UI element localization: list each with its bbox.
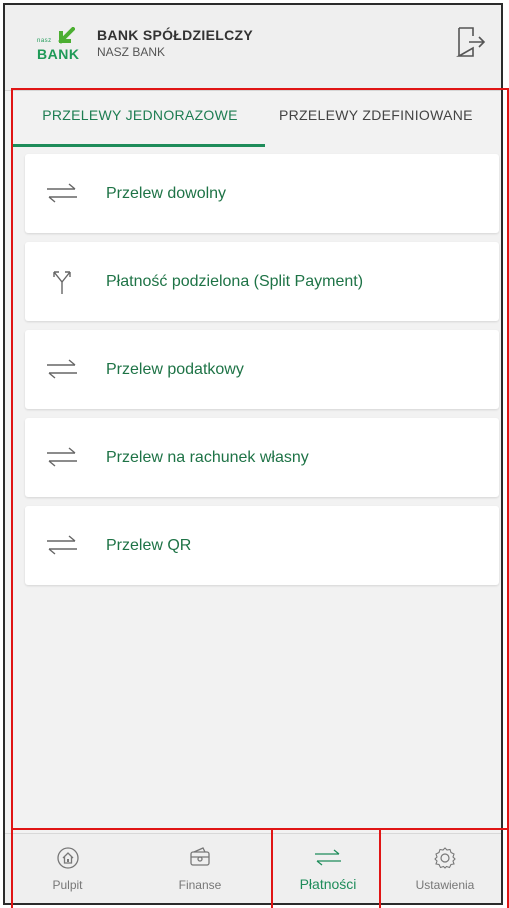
logout-button[interactable] (455, 25, 487, 59)
tab-defined-transfers[interactable]: PRZELEWY ZDEFINIOWANE (279, 93, 473, 149)
home-icon (56, 847, 79, 869)
transfer-item-arbitrary[interactable]: Przelew dowolny (25, 154, 499, 233)
active-tab-indicator (13, 144, 265, 147)
transfer-item-split-payment[interactable]: Płatność podzielona (Split Payment) (25, 242, 499, 321)
split-payment-icon (53, 271, 71, 294)
transfer-arrows-icon (47, 535, 77, 555)
tab-one-time-transfers[interactable]: PRZELEWY JEDNORAZOWE (13, 93, 267, 149)
transfer-arrows-icon (47, 359, 77, 379)
transfer-item-tax[interactable]: Przelew podatkowy (25, 330, 499, 409)
bank-subtitle: NASZ BANK (97, 45, 166, 59)
logout-icon (455, 27, 486, 57)
bank-logo: nasz BANK (37, 27, 83, 63)
transfer-item-label: Przelew dowolny (106, 185, 227, 202)
transfer-tabs: PRZELEWY JEDNORAZOWE PRZELEWY ZDEFINIOWA… (5, 93, 501, 149)
nav-label: Płatności (299, 876, 357, 892)
transfer-list: Przelew dowolny Płatność podzielona (Spl… (25, 154, 499, 594)
nav-ustawienia[interactable]: Ustawienia (385, 834, 501, 903)
nav-pulpit[interactable]: Pulpit (5, 834, 130, 903)
logo-small-text: nasz (37, 38, 52, 44)
transfer-item-label: Przelew QR (106, 537, 192, 554)
transfer-item-label: Płatność podzielona (Split Payment) (106, 273, 364, 290)
transfer-item-label: Przelew podatkowy (106, 361, 244, 378)
transfer-arrows-icon (47, 183, 77, 203)
nav-finanse[interactable]: Finanse (130, 834, 270, 903)
nav-label: Finanse (178, 878, 222, 892)
gear-icon (434, 847, 456, 869)
wallet-icon (190, 847, 210, 866)
nav-label: Pulpit (52, 878, 83, 892)
app-header: nasz BANK BANK SPÓŁDZIELCZY NASZ BANK (5, 5, 501, 91)
nav-label: Ustawienia (415, 878, 475, 892)
logo-arrow-icon (58, 27, 75, 44)
transfer-arrows-icon (315, 849, 341, 866)
transfer-item-qr[interactable]: Przelew QR (25, 506, 499, 585)
transfer-arrows-icon (47, 447, 77, 467)
transfer-item-label: Przelew na rachunek własny (106, 449, 309, 466)
bank-name: BANK SPÓŁDZIELCZY (97, 27, 253, 43)
app-frame: nasz BANK BANK SPÓŁDZIELCZY NASZ BANK PR… (3, 3, 503, 905)
transfer-item-own-account[interactable]: Przelew na rachunek własny (25, 418, 499, 497)
nav-platnosci[interactable]: Płatności (273, 834, 383, 903)
bottom-navigation: Pulpit Finanse Płatności Ustawienia (5, 833, 501, 903)
logo-text: BANK (37, 46, 80, 62)
